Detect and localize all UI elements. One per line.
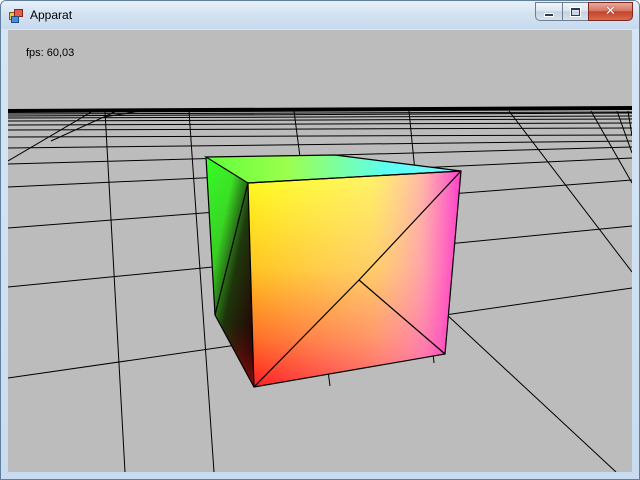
app-window: Apparat ✕ fps: 60,03 (0, 0, 640, 480)
cube-left-face-shadow (206, 157, 254, 387)
fps-label: fps: (26, 47, 44, 59)
fps-value: 60,03 (46, 47, 75, 59)
minimize-icon (544, 12, 554, 17)
title-bar[interactable]: Apparat ✕ (1, 1, 639, 29)
window-title: Apparat (30, 8, 73, 22)
close-icon: ✕ (605, 4, 616, 19)
render-viewport[interactable]: fps: 60,03 (8, 30, 632, 472)
close-button[interactable]: ✕ (588, 2, 633, 21)
3d-scene[interactable] (8, 30, 632, 472)
maximize-button[interactable] (562, 2, 588, 21)
cube-front-face-magenta (248, 171, 461, 387)
fps-counter: fps: 60,03 (26, 46, 74, 60)
maximize-icon (570, 6, 581, 17)
color-cube[interactable] (203, 154, 462, 388)
window-controls: ✕ (535, 2, 633, 21)
minimize-button[interactable] (535, 2, 562, 21)
app-window-icon[interactable] (9, 8, 23, 23)
